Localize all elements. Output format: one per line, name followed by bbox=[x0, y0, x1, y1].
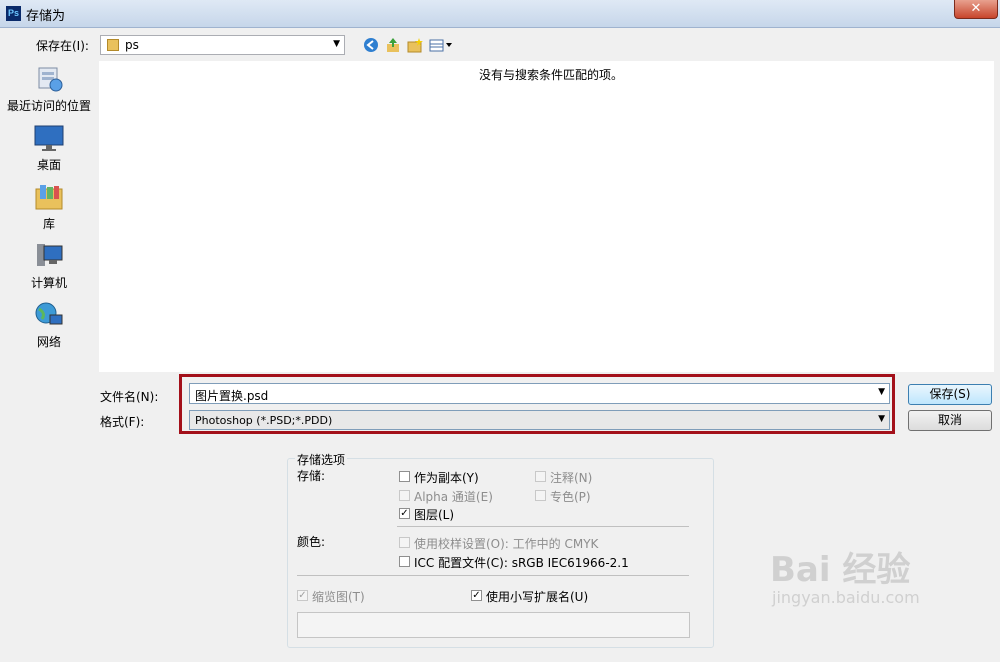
watermark-url: jingyan.baidu.com bbox=[772, 588, 920, 607]
view-grid-icon bbox=[429, 39, 452, 52]
baidu-watermark: Bai 经验 jingyan.baidu.com bbox=[770, 552, 920, 607]
lowercase-extension-checkbox[interactable]: ✓ bbox=[471, 590, 482, 601]
save-button[interactable]: 保存(S) bbox=[908, 384, 992, 405]
title-bar: Ps 存储为 ✕ bbox=[0, 0, 1000, 28]
computer-icon bbox=[37, 244, 63, 266]
notes-checkbox[interactable] bbox=[535, 471, 546, 482]
notes-label: 注释(N) bbox=[550, 471, 593, 485]
place-network[interactable]: 网络 bbox=[0, 301, 98, 350]
place-label-recent: 最近访问的位置 bbox=[6, 99, 91, 113]
alpha-channels-checkbox[interactable] bbox=[399, 490, 410, 501]
save-in-label: 保存在(I): bbox=[36, 39, 89, 53]
folder-icon bbox=[107, 39, 119, 51]
separator bbox=[397, 526, 689, 527]
place-label-desktop: 桌面 bbox=[36, 158, 61, 172]
lowercase-extension-label: 使用小写扩展名(U) bbox=[486, 590, 589, 604]
save-in-dropdown[interactable]: ps ▼ bbox=[100, 35, 345, 55]
save-options-title: 存储选项 bbox=[295, 451, 348, 468]
thumbnail-label: 缩览图(T) bbox=[312, 590, 365, 604]
back-button[interactable] bbox=[362, 37, 380, 53]
chevron-down-icon: ▼ bbox=[333, 39, 340, 49]
icc-profile-checkbox[interactable] bbox=[399, 556, 410, 567]
spot-colors-label: 专色(P) bbox=[550, 490, 591, 504]
icc-profile-label: ICC 配置文件(C): sRGB IEC61966-2.1 bbox=[414, 556, 629, 570]
place-libraries[interactable]: 库 bbox=[0, 183, 98, 232]
thumbnail-checkbox[interactable]: ✓ bbox=[297, 590, 308, 601]
place-recent[interactable]: 最近访问的位置 bbox=[0, 65, 98, 114]
place-computer[interactable]: 计算机 bbox=[0, 242, 98, 291]
up-folder-icon bbox=[387, 38, 399, 52]
proof-setup-checkbox[interactable] bbox=[399, 537, 410, 548]
photoshop-app-icon: Ps bbox=[6, 6, 21, 21]
desktop-icon bbox=[34, 125, 64, 151]
libraries-icon bbox=[35, 185, 63, 210]
recent-places-icon bbox=[38, 67, 63, 92]
warning-box bbox=[297, 612, 690, 638]
format-label: 格式(F): bbox=[100, 415, 145, 429]
place-label-libraries: 库 bbox=[42, 217, 55, 231]
save-in-value: ps bbox=[125, 38, 139, 52]
proof-setup-label: 使用校样设置(O): 工作中的 CMYK bbox=[414, 537, 599, 551]
separator bbox=[297, 575, 689, 576]
network-icon bbox=[35, 302, 63, 325]
alpha-channels-label: Alpha 通道(E) bbox=[414, 490, 493, 504]
window-title: 存储为 bbox=[26, 9, 66, 24]
as-copy-checkbox[interactable] bbox=[399, 471, 410, 482]
view-menu-button[interactable] bbox=[428, 37, 454, 53]
annotation-highlight-box bbox=[179, 374, 895, 434]
close-button[interactable]: ✕ bbox=[954, 0, 998, 19]
back-arrow-icon bbox=[364, 38, 378, 52]
layers-label: 图层(L) bbox=[414, 508, 455, 522]
new-folder-button[interactable] bbox=[406, 37, 424, 53]
place-desktop[interactable]: 桌面 bbox=[0, 124, 98, 173]
places-bar: 最近访问的位置 桌面 库 计算机 网络 bbox=[0, 60, 98, 440]
as-copy-label: 作为副本(Y) bbox=[414, 471, 479, 485]
save-section-label: 存储: bbox=[297, 469, 326, 483]
filename-label: 文件名(N): bbox=[100, 390, 159, 404]
layers-checkbox[interactable]: ✓ bbox=[399, 508, 410, 519]
place-label-network: 网络 bbox=[36, 335, 61, 349]
cancel-button[interactable]: 取消 bbox=[908, 410, 992, 431]
empty-message: 没有与搜索条件匹配的项。 bbox=[479, 68, 624, 82]
new-folder-icon bbox=[407, 38, 423, 53]
spot-colors-checkbox[interactable] bbox=[535, 490, 546, 501]
file-list[interactable]: 没有与搜索条件匹配的项。 bbox=[99, 61, 994, 372]
place-label-computer: 计算机 bbox=[30, 276, 67, 290]
color-section-label: 颜色: bbox=[297, 535, 326, 549]
up-folder-button[interactable] bbox=[384, 37, 402, 53]
watermark-logo: Bai 经验 bbox=[770, 550, 911, 590]
